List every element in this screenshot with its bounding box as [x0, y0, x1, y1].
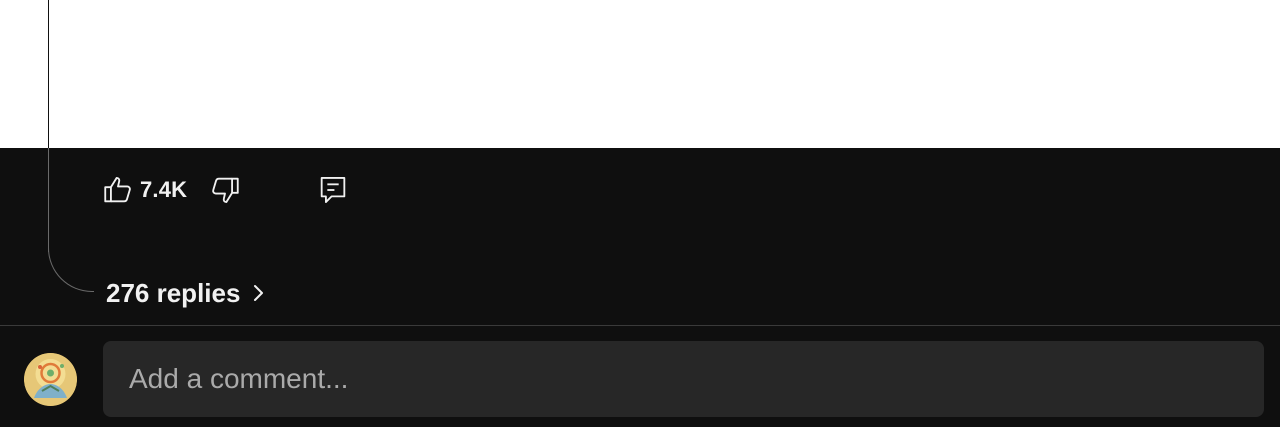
- comment-panel: 7.4K 276 replies Add a comment...: [0, 0, 1280, 427]
- thumbs-down-icon: [212, 177, 239, 203]
- reply-icon: [321, 177, 346, 203]
- thumbs-up-icon: [104, 177, 131, 203]
- add-comment-input[interactable]: Add a comment...: [103, 341, 1264, 417]
- like-button[interactable]: [100, 172, 136, 208]
- like-count: 7.4K: [140, 177, 188, 202]
- thread-connector: [48, 248, 94, 292]
- thread-line-lower: [48, 148, 49, 252]
- comment-input-placeholder: Add a comment...: [129, 363, 349, 394]
- chevron-right-icon: [250, 281, 266, 305]
- reply-button[interactable]: [315, 172, 351, 208]
- view-replies-button[interactable]: 276 replies: [106, 274, 266, 312]
- user-avatar[interactable]: [24, 353, 77, 406]
- comment-action-bar: 7.4K: [100, 168, 351, 212]
- replies-count-label: 276 replies: [106, 277, 241, 308]
- dislike-button[interactable]: [207, 172, 243, 208]
- comment-body-area: [0, 0, 1280, 148]
- section-divider: [0, 325, 1280, 326]
- thread-line: [48, 0, 49, 148]
